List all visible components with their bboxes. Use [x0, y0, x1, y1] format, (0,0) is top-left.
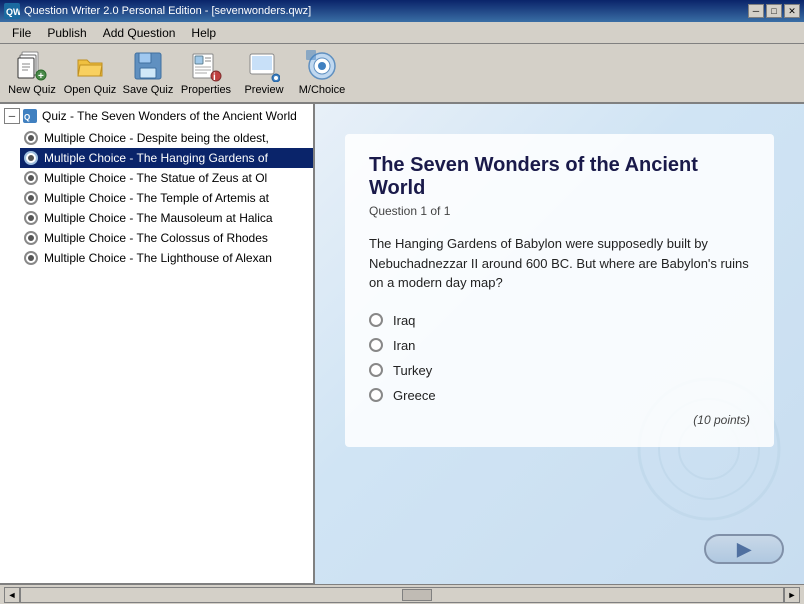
window-title: Question Writer 2.0 Personal Edition - [… [24, 5, 311, 17]
tree-item-label: Multiple Choice - The Temple of Artemis … [44, 191, 269, 205]
mchoice-icon [306, 50, 338, 82]
radio-icon [24, 211, 38, 225]
new-quiz-label: New Quiz [8, 84, 56, 96]
quiz-points: (10 points) [369, 413, 750, 427]
mchoice-button[interactable]: M/Choice [294, 47, 350, 99]
radio-icon [24, 171, 38, 185]
option-label: Greece [393, 388, 436, 403]
next-arrow-icon: ▶ [737, 539, 751, 560]
app-icon: QW [4, 3, 20, 19]
tree-panel: ─ Q Quiz - The Seven Wonders of the Anci… [0, 104, 315, 584]
radio-icon [24, 131, 38, 145]
scroll-right-button[interactable]: ► [784, 587, 800, 603]
svg-text:QW: QW [6, 7, 20, 17]
tree-item-label: Multiple Choice - The Statue of Zeus at … [44, 171, 267, 185]
menu-help[interactable]: Help [183, 24, 224, 42]
save-quiz-button[interactable]: Save Quiz [120, 47, 176, 99]
close-button[interactable]: ✕ [784, 4, 800, 18]
properties-label: Properties [181, 84, 231, 96]
tree-item[interactable]: Multiple Choice - The Mausoleum at Halic… [20, 208, 313, 228]
title-bar: QW Question Writer 2.0 Personal Edition … [0, 0, 804, 22]
preview-icon [248, 50, 280, 82]
menu-add-question[interactable]: Add Question [95, 24, 184, 42]
properties-icon: i [190, 50, 222, 82]
option-label: Iraq [393, 313, 415, 328]
option-label: Iran [393, 338, 415, 353]
tree-item-label: Multiple Choice - The Mausoleum at Halic… [44, 211, 273, 225]
open-quiz-label: Open Quiz [64, 84, 117, 96]
option-radio [369, 388, 383, 402]
radio-icon [24, 251, 38, 265]
svg-text:Q: Q [24, 113, 30, 122]
quiz-question-number: Question 1 of 1 [369, 204, 750, 218]
quiz-option[interactable]: Greece [369, 388, 750, 403]
next-button[interactable]: ▶ [704, 534, 784, 564]
status-bar: ◄ ► [0, 584, 804, 604]
quiz-option[interactable]: Iraq [369, 313, 750, 328]
tree-item[interactable]: Multiple Choice - The Lighthouse of Alex… [20, 248, 313, 268]
option-radio [369, 313, 383, 327]
save-quiz-icon [132, 50, 164, 82]
quiz-option[interactable]: Turkey [369, 363, 750, 378]
tree-item-label: Multiple Choice - The Colossus of Rhodes [44, 231, 268, 245]
tree-root-label: Quiz - The Seven Wonders of the Ancient … [42, 109, 297, 123]
quiz-option[interactable]: Iran [369, 338, 750, 353]
tree-item[interactable]: Multiple Choice - The Colossus of Rhodes [20, 228, 313, 248]
minimize-button[interactable]: ─ [748, 4, 764, 18]
quiz-title: The Seven Wonders of the Ancient World [369, 154, 750, 200]
preview-panel: The Seven Wonders of the Ancient World Q… [315, 104, 804, 584]
svg-text:i: i [213, 72, 216, 82]
open-quiz-button[interactable]: Open Quiz [62, 47, 118, 99]
option-radio [369, 363, 383, 377]
scroll-thumb [402, 589, 432, 601]
tree-children: Multiple Choice - Despite being the olde… [0, 128, 313, 268]
collapse-button[interactable]: ─ [4, 108, 20, 124]
tree-item-label: Multiple Choice - Despite being the olde… [44, 131, 269, 145]
tree-root[interactable]: ─ Q Quiz - The Seven Wonders of the Anci… [0, 104, 313, 128]
quiz-icon: Q [22, 108, 38, 124]
radio-icon [24, 151, 38, 165]
properties-button[interactable]: i Properties [178, 47, 234, 99]
quiz-question-text: The Hanging Gardens of Babylon were supp… [369, 234, 750, 293]
menu-file[interactable]: File [4, 24, 39, 42]
maximize-button[interactable]: □ [766, 4, 782, 18]
tree-item-label: Multiple Choice - The Hanging Gardens of [44, 151, 268, 165]
menu-publish[interactable]: Publish [39, 24, 94, 42]
mchoice-label: M/Choice [299, 84, 345, 96]
new-quiz-button[interactable]: + New Quiz [4, 47, 60, 99]
tree-item-label: Multiple Choice - The Lighthouse of Alex… [44, 251, 272, 265]
scroll-left-button[interactable]: ◄ [4, 587, 20, 603]
svg-text:+: + [38, 71, 44, 82]
preview-label: Preview [244, 84, 283, 96]
tree-item[interactable]: Multiple Choice - The Hanging Gardens of [20, 148, 313, 168]
open-quiz-icon [74, 50, 106, 82]
tree-item[interactable]: Multiple Choice - Despite being the olde… [20, 128, 313, 148]
radio-icon [24, 191, 38, 205]
preview-button[interactable]: Preview [236, 47, 292, 99]
option-radio [369, 338, 383, 352]
save-quiz-label: Save Quiz [123, 84, 174, 96]
scroll-area[interactable] [20, 587, 784, 603]
radio-icon [24, 231, 38, 245]
new-quiz-icon: + [16, 50, 48, 82]
toolbar: + New Quiz Open Quiz Save Quiz [0, 44, 804, 104]
menu-bar: File Publish Add Question Help [0, 22, 804, 44]
quiz-preview: The Seven Wonders of the Ancient World Q… [345, 134, 774, 447]
main-area: ─ Q Quiz - The Seven Wonders of the Anci… [0, 104, 804, 584]
option-label: Turkey [393, 363, 432, 378]
tree-item[interactable]: Multiple Choice - The Statue of Zeus at … [20, 168, 313, 188]
tree-item[interactable]: Multiple Choice - The Temple of Artemis … [20, 188, 313, 208]
